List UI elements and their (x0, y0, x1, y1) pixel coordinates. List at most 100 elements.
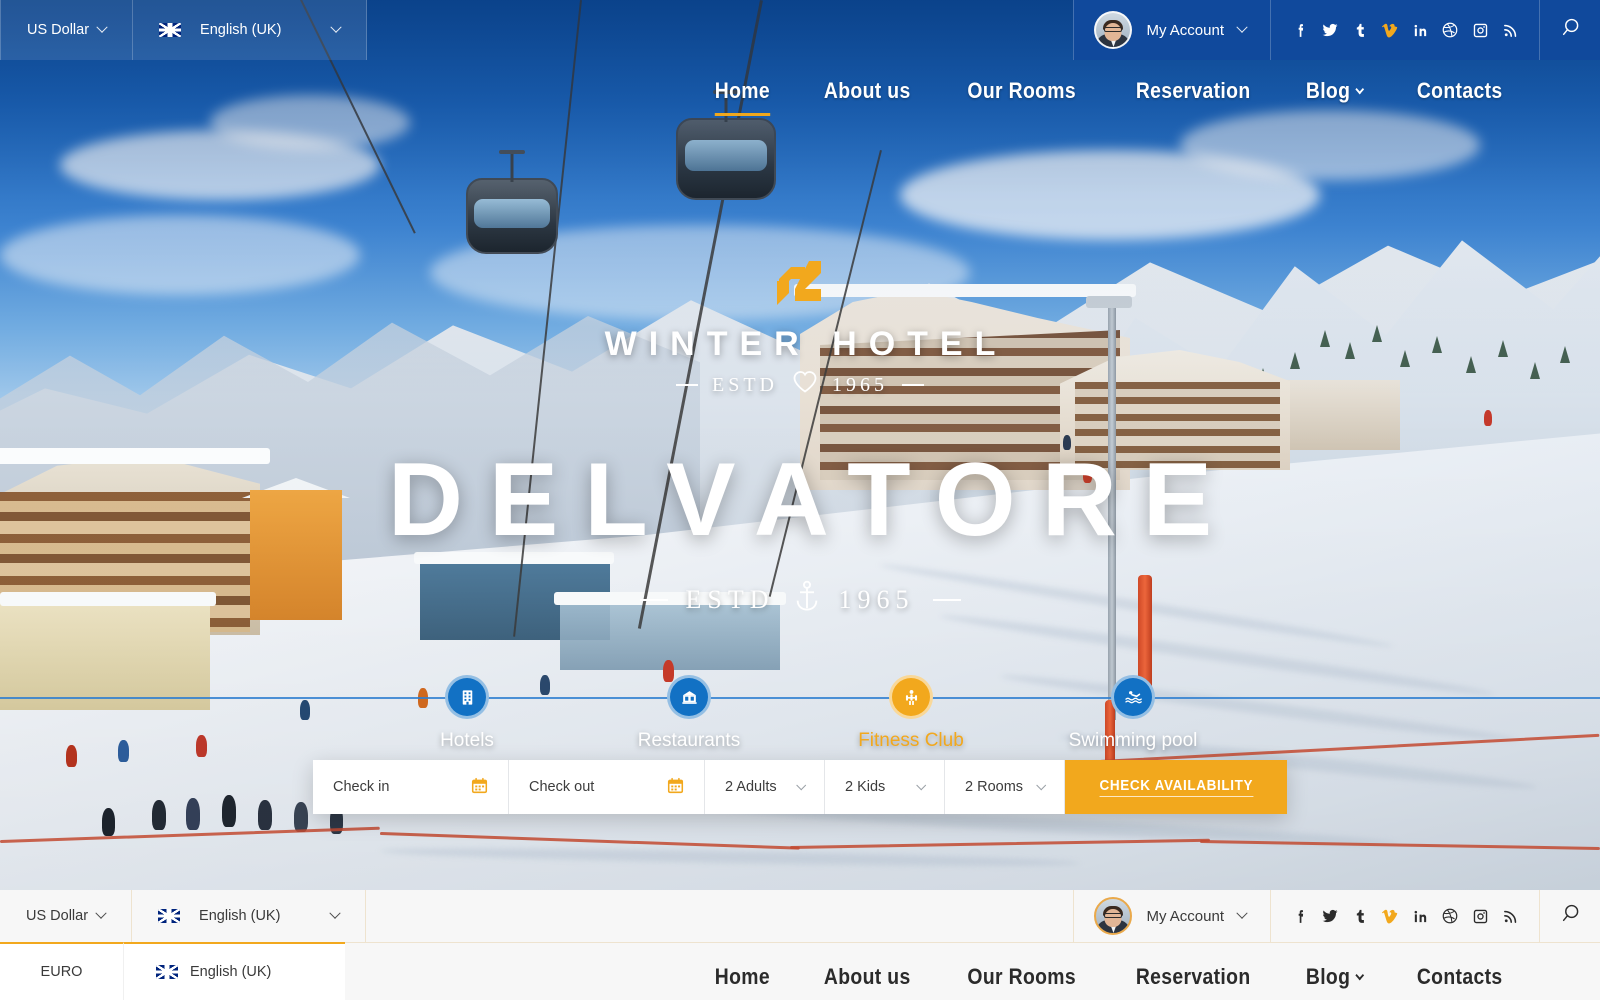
calendar-icon[interactable] (667, 777, 684, 798)
linkedin-icon[interactable] (1405, 890, 1435, 942)
page-title: DELVATORE (387, 442, 1239, 558)
amenity-step-fitness-club[interactable]: Fitness Club (826, 675, 996, 752)
language-label: English (UK) (200, 22, 282, 38)
check-availability-button[interactable]: CHECK AVAILABILITY (1065, 760, 1287, 814)
search-icon (1559, 17, 1581, 44)
amenity-step-restaurants[interactable]: Restaurants (604, 675, 774, 752)
nav-item-contacts[interactable]: Contacts (1397, 70, 1521, 122)
bottom-nav-item-our-rooms[interactable]: Our Rooms (948, 958, 1095, 996)
nav-item-our-rooms[interactable]: Our Rooms (948, 70, 1095, 122)
nav-label: About us (823, 964, 911, 989)
bottom-nav-item-about-us[interactable]: About us (804, 958, 929, 996)
currency-option-label: EURO (40, 964, 83, 980)
nav-label: Contacts (1416, 78, 1503, 103)
nav-label: Home (714, 78, 771, 103)
amenity-steps: Hotels Restaurants Fitness Club Swimming… (0, 675, 1600, 752)
rooms-select[interactable]: 2 Rooms (945, 760, 1065, 814)
fitness-icon (889, 675, 933, 719)
checkin-placeholder: Check in (333, 779, 390, 795)
bottombar-spacer (366, 890, 1073, 942)
hero-subtitle: WINTER HOTEL (604, 325, 1008, 363)
nav-label: Our Rooms (967, 964, 1077, 989)
checkout-input[interactable]: Check out (509, 760, 705, 814)
amenity-step-swimming-pool[interactable]: Swimming pool (1048, 675, 1218, 752)
dribbble-icon[interactable] (1435, 890, 1465, 942)
anchor-icon (793, 580, 821, 619)
amenity-step-label: Swimming pool (1068, 730, 1198, 751)
bottom-search-button[interactable] (1540, 890, 1600, 942)
bottom-nav-item-home[interactable]: Home (696, 958, 790, 996)
amenity-step-label: Restaurants (637, 730, 741, 751)
facebook-icon[interactable] (1285, 890, 1315, 942)
top-utility-bar: US Dollar English (UK) My Account (0, 0, 1600, 60)
divider-dash (676, 384, 698, 386)
currency-option-euro[interactable]: EURO (41, 964, 83, 980)
instagram-icon[interactable] (1465, 0, 1495, 60)
rss-icon[interactable] (1495, 0, 1525, 60)
search-button[interactable] (1540, 0, 1600, 60)
language-dropdown: English (UK) (123, 942, 345, 1000)
adults-value: 2 Adults (725, 779, 777, 795)
uk-flag-icon (159, 23, 182, 37)
delvatore-s-logo (771, 255, 829, 313)
hero-estd-top: ESTD 1965 (0, 370, 1600, 400)
uk-flag-icon (158, 909, 181, 923)
amenity-step-hotels[interactable]: Hotels (382, 675, 552, 752)
nav-item-reservation[interactable]: Reservation (1116, 70, 1269, 122)
hero-banner: WINTER HOTEL ESTD 1965 DELVATORE ESTD 19… (0, 0, 1600, 890)
tumblr-icon[interactable] (1345, 890, 1375, 942)
rss-icon[interactable] (1495, 890, 1525, 942)
my-account-menu[interactable]: My Account (1073, 0, 1271, 60)
heart-icon (792, 370, 818, 400)
chevron-down-icon (1236, 907, 1248, 919)
vimeo-icon[interactable] (1375, 0, 1405, 60)
bottom-language-selector[interactable]: English (UK) (132, 890, 367, 942)
linkedin-icon[interactable] (1405, 0, 1435, 60)
kids-select[interactable]: 2 Kids (825, 760, 945, 814)
facebook-icon[interactable] (1285, 0, 1315, 60)
bottom-my-account-menu[interactable]: My Account (1073, 890, 1271, 942)
currency-selector[interactable]: US Dollar (0, 0, 134, 60)
adults-select[interactable]: 2 Adults (705, 760, 825, 814)
nav-label: Blog (1306, 964, 1351, 989)
language-selector[interactable]: English (UK) (133, 0, 368, 60)
checkout-placeholder: Check out (529, 779, 595, 795)
amenity-step-label: Hotels (440, 730, 494, 751)
hotel-building-icon (445, 675, 489, 719)
divider-dash (639, 598, 668, 601)
language-option-english-uk[interactable]: English (UK) (156, 964, 271, 980)
vimeo-icon[interactable] (1375, 890, 1405, 942)
instagram-icon[interactable] (1465, 890, 1495, 942)
twitter-icon[interactable] (1315, 890, 1345, 942)
bottom-nav-item-blog[interactable]: Blog (1287, 958, 1382, 996)
bottom-nav-item-reservation[interactable]: Reservation (1116, 958, 1269, 996)
avatar (1094, 897, 1133, 935)
chevron-down-icon (329, 907, 342, 919)
language-option-label: English (UK) (190, 964, 272, 980)
main-navigation: Home About us Our Rooms Reservation Blog… (689, 70, 1530, 122)
calendar-icon[interactable] (471, 777, 488, 798)
dribbble-icon[interactable] (1435, 0, 1465, 60)
checkin-input[interactable]: Check in (313, 760, 509, 814)
chevron-down-icon (796, 779, 807, 790)
chevron-down-icon (95, 907, 107, 919)
currency-dropdown: EURO (0, 942, 123, 1000)
nav-label: Blog (1306, 78, 1351, 103)
bottom-navigation: Home About us Our Rooms Reservation Blog… (689, 958, 1530, 996)
chevron-down-icon (1355, 969, 1365, 980)
nav-item-home[interactable]: Home (696, 70, 790, 122)
check-availability-label: CHECK AVAILABILITY (1099, 777, 1253, 797)
restaurant-icon (667, 675, 711, 719)
tumblr-icon[interactable] (1345, 0, 1375, 60)
chevron-down-icon (330, 21, 343, 33)
chevron-down-icon (1355, 83, 1365, 94)
nav-item-blog[interactable]: Blog (1287, 70, 1382, 122)
estd-right-text: 1965 (838, 584, 915, 614)
avatar (1094, 11, 1133, 49)
nav-item-about-us[interactable]: About us (804, 70, 929, 122)
bottom-currency-selector[interactable]: US Dollar (0, 890, 133, 942)
twitter-icon[interactable] (1315, 0, 1345, 60)
search-icon (1559, 903, 1581, 930)
bottom-nav-item-contacts[interactable]: Contacts (1397, 958, 1521, 996)
